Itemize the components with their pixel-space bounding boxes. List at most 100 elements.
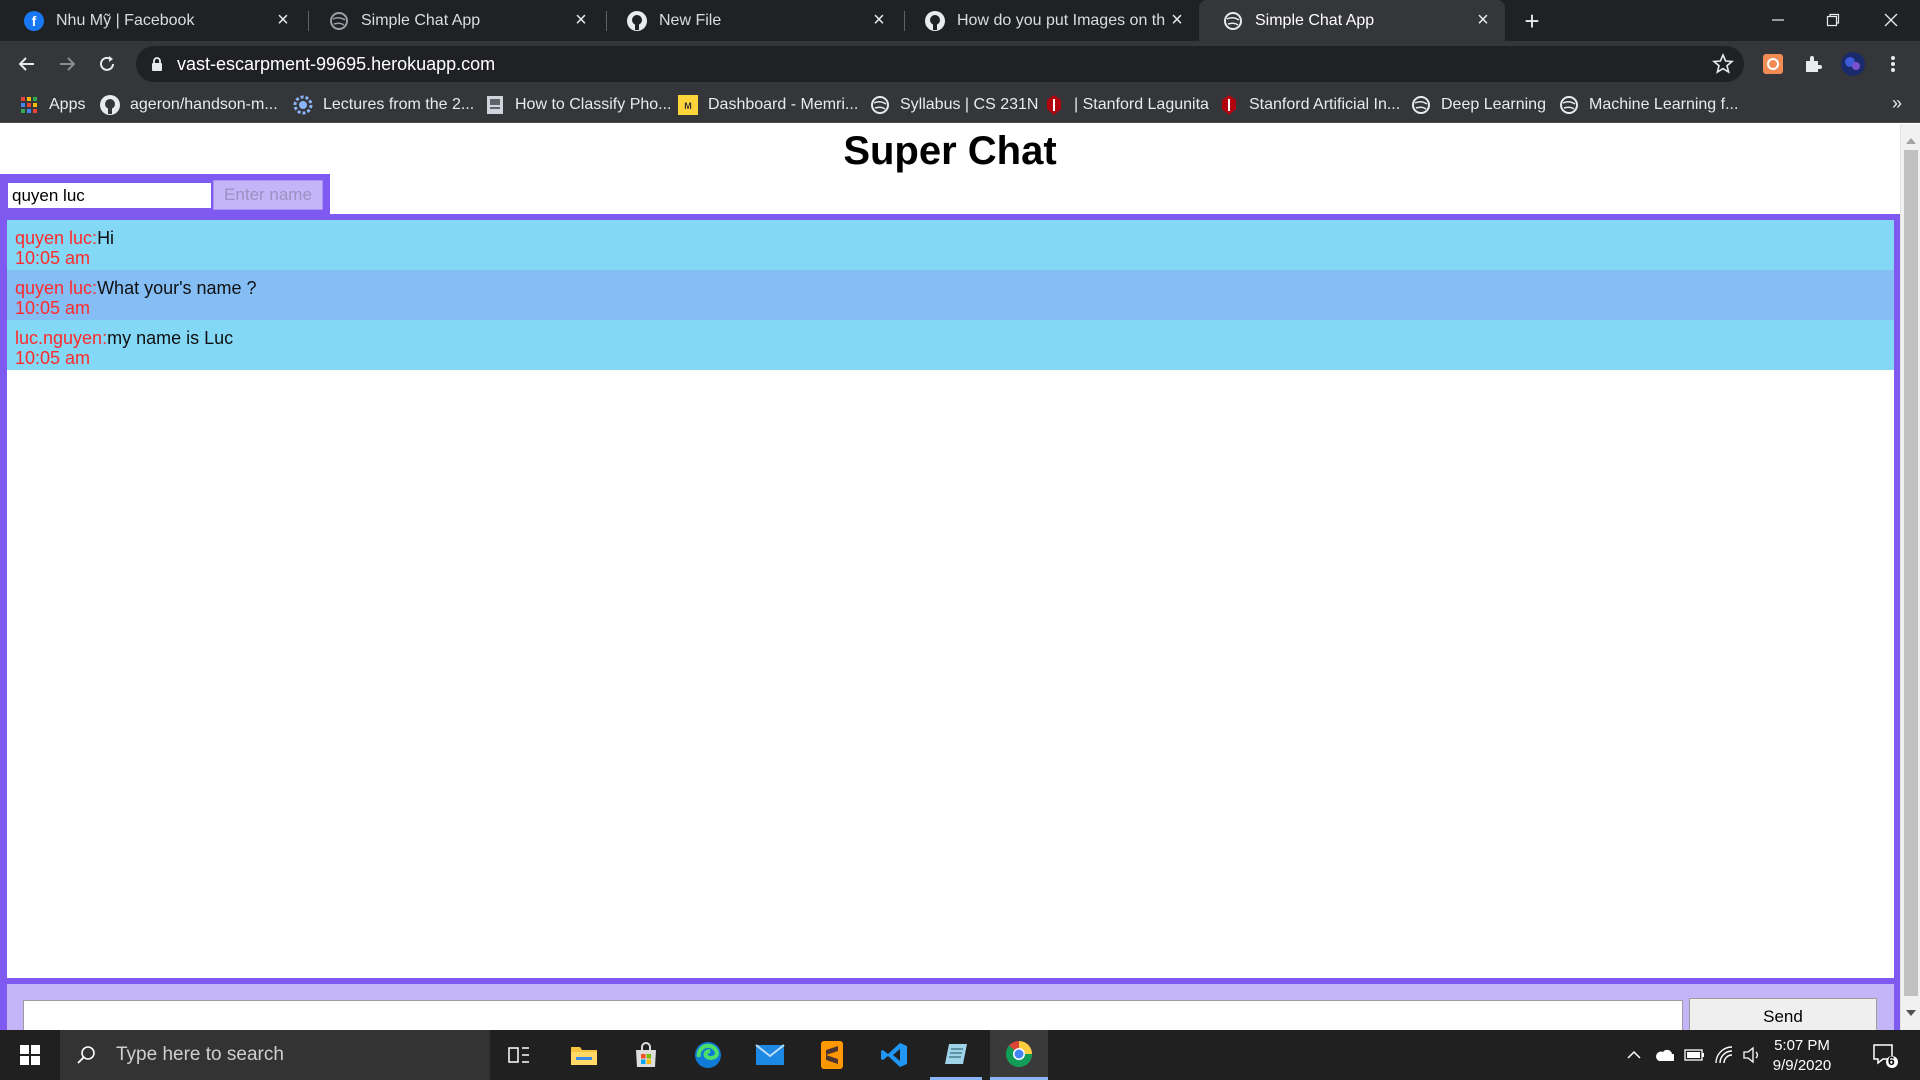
bookmark-lectures[interactable]: Lectures from the 2... [293,93,474,117]
start-button[interactable] [0,1030,60,1080]
message-input[interactable] [23,1000,1683,1030]
message-item: luc.nguyen:my name is Luc 10:05 am [7,320,1894,370]
tab-new-file[interactable]: New File × [603,0,901,41]
bookmark-apps[interactable]: Apps [19,93,85,117]
message-composer: Send [7,984,1894,1030]
github-icon [925,10,945,31]
web-page: Super Chat Enter name quyen luc:Hi 10:05… [0,124,1920,1030]
edge-icon[interactable] [682,1030,734,1080]
wifi-icon[interactable] [1714,1045,1734,1065]
bookmark-label: Stanford Artificial In... [1249,96,1401,113]
bookmark-machine-learning[interactable]: Machine Learning f... [1559,93,1738,117]
message-sender: quyen luc: [15,228,98,248]
message-text: my name is Luc [107,328,234,348]
page-scrollbar[interactable] [1900,124,1920,1030]
browser-tab-bar: f Nhu Mỹ | Facebook × Simple Chat App × … [0,0,1920,41]
message-item: quyen luc:What your's name ? 10:05 am [7,270,1894,320]
bookmark-label: Deep Learning [1441,96,1546,113]
close-tab-icon[interactable]: × [271,9,295,33]
extensions-puzzle-icon[interactable] [1797,48,1829,80]
bookmark-ageron-handson[interactable]: ageron/handson-m... [100,93,278,117]
restore-button[interactable] [1810,0,1856,40]
document-icon [485,95,505,115]
show-hidden-icons-chevron-icon[interactable] [1624,1045,1644,1065]
bookmark-dashboard-memrise[interactable]: M Dashboard - Memri... [678,93,858,117]
close-tab-icon[interactable]: × [569,9,593,33]
close-tab-icon[interactable]: × [1471,9,1495,33]
lock-icon [150,56,164,77]
windows-logo-icon [20,1045,40,1065]
name-input[interactable] [7,182,212,209]
new-tab-button[interactable]: + [1517,6,1547,36]
github-icon [627,10,647,31]
task-view-icon[interactable] [495,1030,543,1080]
volume-icon[interactable] [1742,1045,1762,1065]
globe-icon [329,11,349,31]
search-placeholder: Type here to search [116,1044,284,1065]
apps-grid-icon [19,95,39,115]
chrome-icon[interactable] [990,1030,1048,1080]
bookmark-stanford-lagunita[interactable]: | Stanford Lagunita [1044,93,1209,117]
more-bookmarks-button[interactable]: » [1892,93,1902,114]
bookmark-syllabus-cs231n[interactable]: Syllabus | CS 231N [870,93,1038,117]
address-bar[interactable]: vast-escarpment-99695.herokuapp.com [136,46,1744,82]
bookmarks-bar: Apps ageron/handson-m... Lectures from t… [0,87,1920,123]
bookmark-label: Syllabus | CS 231N [900,96,1039,113]
search-icon [76,1045,96,1065]
stanford-icon [1219,95,1239,115]
notification-count-badge: 6 [1888,1054,1895,1068]
tab-how-do-you-put-images[interactable]: How do you put Images on the R × [901,0,1199,41]
tab-simple-chat-app[interactable]: Simple Chat App × [305,0,603,41]
reload-button[interactable] [91,48,123,80]
stanford-icon [1044,95,1064,115]
profile-avatar[interactable] [1837,48,1869,80]
sublime-text-icon[interactable] [806,1030,858,1080]
extension-icon[interactable] [1757,48,1789,80]
message-time: 10:05 am [15,248,91,268]
message-time: 10:05 am [15,298,91,318]
bookmark-star-icon[interactable] [1711,52,1735,80]
close-window-button[interactable] [1868,0,1914,40]
message-list[interactable]: quyen luc:Hi 10:05 am quyen luc:What you… [7,220,1894,978]
bookmark-label: | Stanford Lagunita [1074,96,1209,113]
enter-name-button[interactable]: Enter name [213,180,323,210]
minimize-button[interactable] [1755,0,1801,40]
windows-taskbar: Type here to search 5:07 PM 9/9/2020 6 [0,1030,1920,1080]
scroll-up-arrow-icon[interactable] [1906,138,1916,144]
file-explorer-icon[interactable] [558,1030,610,1080]
scroll-down-arrow-icon[interactable] [1906,1010,1916,1016]
close-tab-icon[interactable]: × [867,9,891,33]
bookmark-label: Dashboard - Memri... [708,96,859,113]
onedrive-cloud-icon[interactable] [1654,1045,1674,1065]
browser-menu-icon[interactable] [1877,48,1909,80]
action-center-icon[interactable]: 6 [1860,1030,1910,1080]
message-text: Hi [97,228,115,248]
chat-frame: quyen luc:Hi 10:05 am quyen luc:What you… [0,214,1900,1030]
message-sender: quyen luc: [15,278,98,298]
bookmark-deep-learning[interactable]: Deep Learning [1411,93,1546,117]
facebook-icon: f [24,10,44,31]
bookmark-stanford-ai[interactable]: Stanford Artificial In... [1219,93,1400,117]
store-icon[interactable] [620,1030,672,1080]
clock-date: 9/9/2020 [1772,1057,1832,1074]
vscode-icon[interactable] [868,1030,920,1080]
globe-icon [1223,11,1243,31]
taskbar-search-box[interactable]: Type here to search [60,1030,490,1080]
back-button[interactable] [11,48,43,80]
forward-button[interactable] [51,48,83,80]
mail-icon[interactable] [744,1030,796,1080]
tab-facebook[interactable]: f Nhu Mỹ | Facebook × [0,0,305,41]
globe-icon [1411,95,1431,115]
battery-icon[interactable] [1684,1045,1704,1065]
tab-simple-chat-app-active[interactable]: Simple Chat App × [1199,0,1505,41]
scrollbar-thumb[interactable] [1904,150,1918,996]
bookmark-how-to-classify[interactable]: How to Classify Pho... [485,93,672,117]
tab-title: Simple Chat App [1255,11,1375,29]
notepad-icon[interactable] [930,1030,982,1080]
send-button[interactable]: Send [1689,998,1877,1030]
taskbar-clock[interactable]: 5:07 PM 9/9/2020 [1762,1036,1842,1076]
svg-text:f: f [32,13,37,29]
github-icon [100,95,120,115]
tab-title: Nhu Mỹ | Facebook [56,11,195,29]
close-tab-icon[interactable]: × [1165,9,1189,33]
